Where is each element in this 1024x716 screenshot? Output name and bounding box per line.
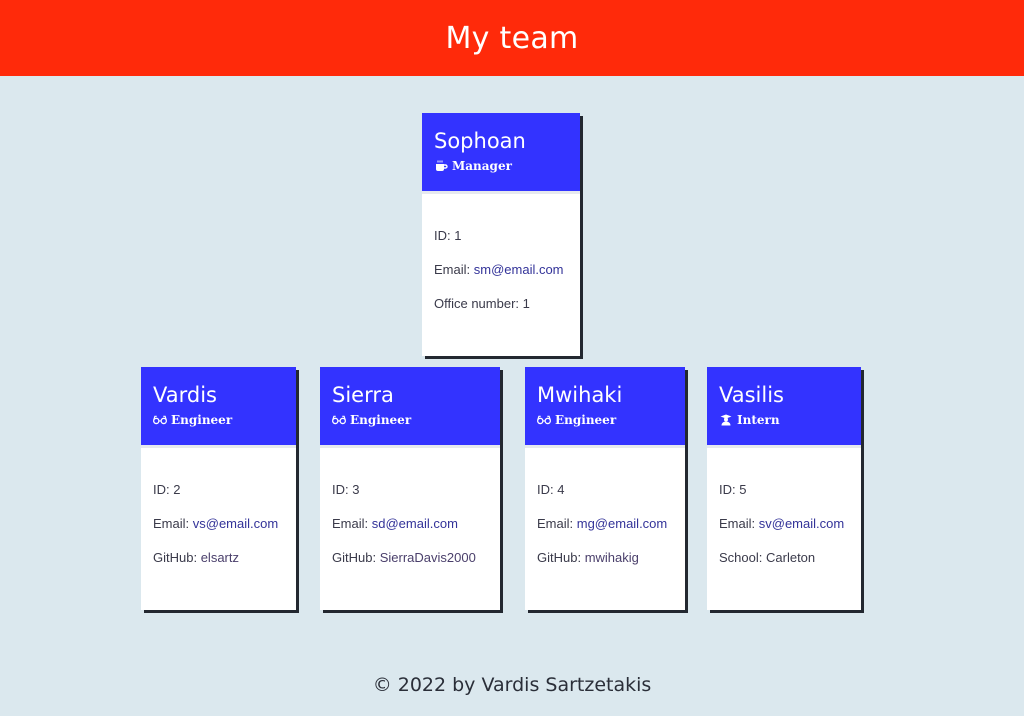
employee-card-engineer: Vardis Engineer ID: 2 Email: vs@email.co…: [141, 367, 296, 610]
github-label: GitHub:: [537, 550, 582, 565]
employee-role: Engineer: [537, 413, 673, 427]
employee-github: GitHub: SierraDavis2000: [332, 550, 488, 584]
github-link[interactable]: mwihakig: [585, 550, 639, 565]
employee-role: Engineer: [153, 413, 284, 427]
employee-id: ID: 2: [153, 482, 284, 516]
github-label: GitHub:: [332, 550, 377, 565]
page-header: My team: [0, 0, 1024, 76]
mug-icon: [434, 160, 448, 172]
email-link[interactable]: vs@email.com: [193, 516, 278, 531]
employee-card-manager: Sophoan Manager ID: 1 Email: sm@email.co…: [422, 113, 580, 356]
office-value: 1: [522, 296, 530, 311]
github-link[interactable]: SierraDavis2000: [380, 550, 476, 565]
graduate-icon: [719, 414, 733, 426]
email-label: Email:: [332, 516, 369, 531]
employee-github: GitHub: elsartz: [153, 550, 284, 584]
employee-role: Intern: [719, 413, 849, 427]
card-body: ID: 4 Email: mg@email.com GitHub: mwihak…: [525, 445, 685, 584]
employee-office: Office number: 1: [434, 296, 568, 330]
id-value: 5: [739, 482, 747, 497]
github-label: GitHub:: [153, 550, 198, 565]
employee-name: Mwihaki: [537, 383, 623, 407]
id-label: ID:: [153, 482, 170, 497]
id-value: 3: [352, 482, 360, 497]
id-value: 4: [557, 482, 565, 497]
id-label: ID:: [332, 482, 349, 497]
employee-card-engineer: Sierra Engineer ID: 3 Email: sd@email.co…: [320, 367, 500, 610]
glasses-icon: [332, 414, 346, 426]
email-label: Email:: [434, 262, 471, 277]
employee-email: Email: sd@email.com: [332, 516, 488, 550]
page-title: My team: [445, 20, 579, 56]
employee-school: School: Carleton: [719, 550, 849, 584]
card-body: ID: 2 Email: vs@email.com GitHub: elsart…: [141, 445, 296, 584]
email-label: Email:: [153, 516, 190, 531]
card-body: ID: 5 Email: sv@email.com School: Carlet…: [707, 445, 861, 584]
card-header: Sophoan Manager: [422, 113, 580, 191]
employee-id: ID: 3: [332, 482, 488, 516]
id-value: 2: [173, 482, 181, 497]
email-link[interactable]: sv@email.com: [759, 516, 844, 531]
employee-role-label: Engineer: [350, 413, 412, 427]
email-link[interactable]: mg@email.com: [577, 516, 668, 531]
card-header: Vardis Engineer: [141, 367, 296, 445]
employee-role-label: Manager: [452, 159, 512, 173]
employee-role-label: Engineer: [555, 413, 617, 427]
employee-role: Manager: [434, 159, 568, 173]
github-link[interactable]: elsartz: [201, 550, 239, 565]
email-label: Email:: [719, 516, 756, 531]
card-body: ID: 1 Email: sm@email.com Office number:…: [422, 191, 580, 330]
card-body: ID: 3 Email: sd@email.com GitHub: Sierra…: [320, 445, 500, 584]
card-header: Vasilis Intern: [707, 367, 861, 445]
email-link[interactable]: sd@email.com: [372, 516, 458, 531]
glasses-icon: [153, 414, 167, 426]
school-label: School:: [719, 550, 763, 565]
school-value: Carleton: [766, 550, 816, 565]
employee-id: ID: 1: [434, 228, 568, 262]
card-header: Sierra Engineer: [320, 367, 500, 445]
office-label: Office number:: [434, 296, 520, 311]
id-value: 1: [454, 228, 462, 243]
employee-email: Email: sv@email.com: [719, 516, 849, 550]
glasses-icon: [537, 414, 551, 426]
email-label: Email:: [537, 516, 574, 531]
employee-name: Vardis: [153, 383, 217, 407]
id-label: ID:: [434, 228, 451, 243]
employee-card-engineer: Mwihaki Engineer ID: 4 Email: mg@email.c…: [525, 367, 685, 610]
employee-email: Email: mg@email.com: [537, 516, 673, 550]
employee-role-label: Intern: [737, 413, 780, 427]
page-footer: © 2022 by Vardis Sartzetakis: [372, 674, 652, 696]
employee-id: ID: 5: [719, 482, 849, 516]
employee-email: Email: sm@email.com: [434, 262, 568, 296]
employee-name: Sophoan: [434, 129, 526, 153]
id-label: ID:: [719, 482, 736, 497]
employee-role: Engineer: [332, 413, 488, 427]
email-link[interactable]: sm@email.com: [474, 262, 564, 277]
employee-name: Sierra: [332, 383, 394, 407]
employee-name: Vasilis: [719, 383, 784, 407]
card-header: Mwihaki Engineer: [525, 367, 685, 445]
employee-id: ID: 4: [537, 482, 673, 516]
employee-card-intern: Vasilis Intern ID: 5 Email: sv@email.com…: [707, 367, 861, 610]
employee-github: GitHub: mwihakig: [537, 550, 673, 584]
employee-role-label: Engineer: [171, 413, 233, 427]
employee-email: Email: vs@email.com: [153, 516, 284, 550]
id-label: ID:: [537, 482, 554, 497]
